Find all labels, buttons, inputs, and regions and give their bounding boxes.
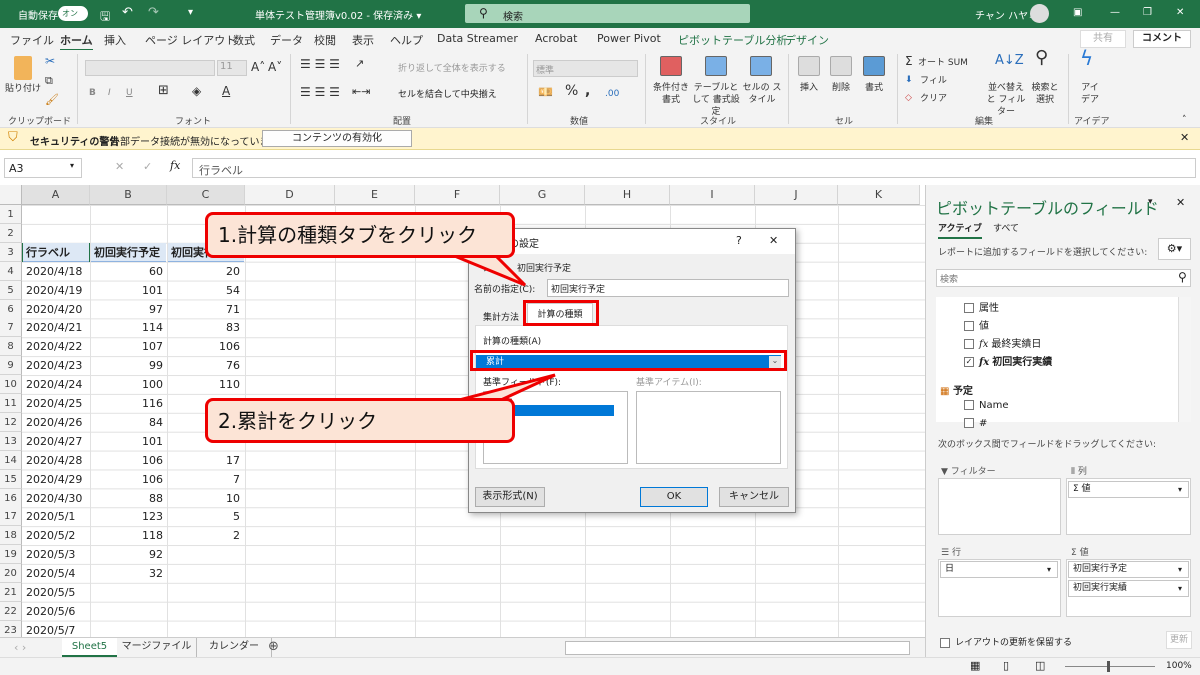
callout-step-one: 1.計算の種類タブをクリック <box>205 212 515 258</box>
callout-step-two: 2.累計をクリック <box>205 398 515 443</box>
callout-pointers <box>439 248 556 407</box>
